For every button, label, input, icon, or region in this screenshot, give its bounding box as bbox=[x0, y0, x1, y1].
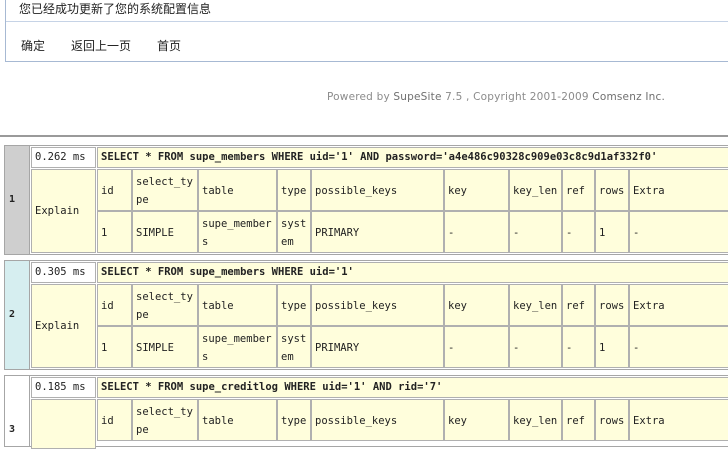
explain-cell-ref: - bbox=[562, 326, 595, 368]
message-box: 您已经成功更新了您的系统配置信息 确定 返回上一页 首页 bbox=[5, 0, 728, 62]
query-sql: SELECT * FROM supe_members WHERE uid='1'… bbox=[97, 147, 728, 168]
explain-header-ref: ref bbox=[562, 284, 595, 326]
query-block-2: 2 0.305 ms SELECT * FROM supe_members WH… bbox=[4, 260, 728, 370]
explain-header-key: key bbox=[444, 284, 509, 326]
query-time: 0.185 ms bbox=[31, 377, 96, 398]
explain-header-key-len: key_len bbox=[509, 284, 562, 326]
explain-cell-select-type: SIMPLE bbox=[132, 211, 198, 253]
explain-header-rows: rows bbox=[595, 169, 629, 211]
explain-header-key: key bbox=[444, 169, 509, 211]
explain-header-table: table bbox=[198, 399, 277, 441]
explain-header-rows: rows bbox=[595, 399, 629, 441]
explain-cell-possible-keys: PRIMARY bbox=[311, 211, 444, 253]
explain-cell-rows: 1 bbox=[595, 211, 629, 253]
explain-header-key-len: key_len bbox=[509, 399, 562, 441]
back-link[interactable]: 返回上一页 bbox=[71, 37, 131, 54]
explain-header-ref: ref bbox=[562, 399, 595, 441]
brand-name: SupeSite bbox=[393, 91, 442, 103]
explain-header-type: type bbox=[277, 284, 311, 326]
explain-cell-id: 1 bbox=[97, 326, 132, 368]
explain-header-table: table bbox=[198, 284, 277, 326]
explain-cell-select-type: SIMPLE bbox=[132, 326, 198, 368]
explain-cell-key: - bbox=[444, 326, 509, 368]
query-block-3: 3 0.185 ms SELECT * FROM supe_creditlog … bbox=[4, 375, 728, 449]
query-time: 0.305 ms bbox=[31, 262, 96, 283]
explain-cell-possible-keys: PRIMARY bbox=[311, 326, 444, 368]
explain-header-extra: Extra bbox=[629, 399, 728, 441]
query-sql: SELECT * FROM supe_members WHERE uid='1' bbox=[97, 262, 728, 283]
copyright-text: , Copyright 2001-2009 bbox=[462, 91, 593, 103]
query-sql: SELECT * FROM supe_creditlog WHERE uid='… bbox=[97, 377, 728, 398]
query-number: 3 bbox=[5, 376, 30, 446]
query-block-1: 1 0.262 ms SELECT * FROM supe_members WH… bbox=[4, 145, 728, 255]
explain-cell-key-len: - bbox=[509, 211, 562, 253]
explain-cell-key: - bbox=[444, 211, 509, 253]
explain-cell-table: supe_members bbox=[198, 326, 277, 368]
home-link[interactable]: 首页 bbox=[157, 37, 181, 54]
explain-header-possible-keys: possible_keys bbox=[311, 284, 444, 326]
powered-by-footer: Powered by SupeSite 7.5 , Copyright 2001… bbox=[327, 91, 665, 103]
explain-cell-id: 1 bbox=[97, 211, 132, 253]
message-title: 您已经成功更新了您的系统配置信息 bbox=[19, 2, 212, 16]
explain-label: Explain bbox=[31, 169, 96, 253]
explain-header-possible-keys: possible_keys bbox=[311, 399, 444, 441]
explain-cell-table: supe_members bbox=[198, 211, 277, 253]
explain-header-rows: rows bbox=[595, 284, 629, 326]
explain-header-ref: ref bbox=[562, 169, 595, 211]
explain-cell-rows: 1 bbox=[595, 326, 629, 368]
debug-divider bbox=[0, 135, 728, 137]
explain-header-table: table bbox=[198, 169, 277, 211]
query-time: 0.262 ms bbox=[31, 147, 96, 168]
explain-header-id: id bbox=[97, 169, 132, 211]
explain-cell-extra: - bbox=[629, 211, 728, 253]
explain-header-key-len: key_len bbox=[509, 169, 562, 211]
explain-cell-type: system bbox=[277, 211, 311, 253]
explain-header-select-type: select_type bbox=[132, 399, 198, 441]
explain-cell-key-len: - bbox=[509, 326, 562, 368]
company-name: Comsenz Inc. bbox=[592, 91, 665, 103]
explain-cell-ref: - bbox=[562, 211, 595, 253]
explain-label: Explain bbox=[31, 284, 96, 368]
query-number: 2 bbox=[5, 261, 30, 369]
explain-cell-type: system bbox=[277, 326, 311, 368]
powered-prefix: Powered by bbox=[327, 91, 394, 103]
explain-cell-extra: - bbox=[629, 326, 728, 368]
explain-header-type: type bbox=[277, 399, 311, 441]
query-number: 1 bbox=[5, 146, 30, 254]
explain-header-possible-keys: possible_keys bbox=[311, 169, 444, 211]
explain-header-id: id bbox=[97, 399, 132, 441]
explain-header-extra: Extra bbox=[629, 284, 728, 326]
explain-label bbox=[31, 399, 96, 449]
explain-header-select-type: select_type bbox=[132, 284, 198, 326]
explain-header-extra: Extra bbox=[629, 169, 728, 211]
explain-header-type: type bbox=[277, 169, 311, 211]
message-divider bbox=[6, 21, 728, 22]
brand-version: 7.5 bbox=[441, 91, 463, 103]
explain-header-key: key bbox=[444, 399, 509, 441]
confirm-link[interactable]: 确定 bbox=[21, 37, 45, 54]
explain-header-select-type: select_type bbox=[132, 169, 198, 211]
explain-header-id: id bbox=[97, 284, 132, 326]
